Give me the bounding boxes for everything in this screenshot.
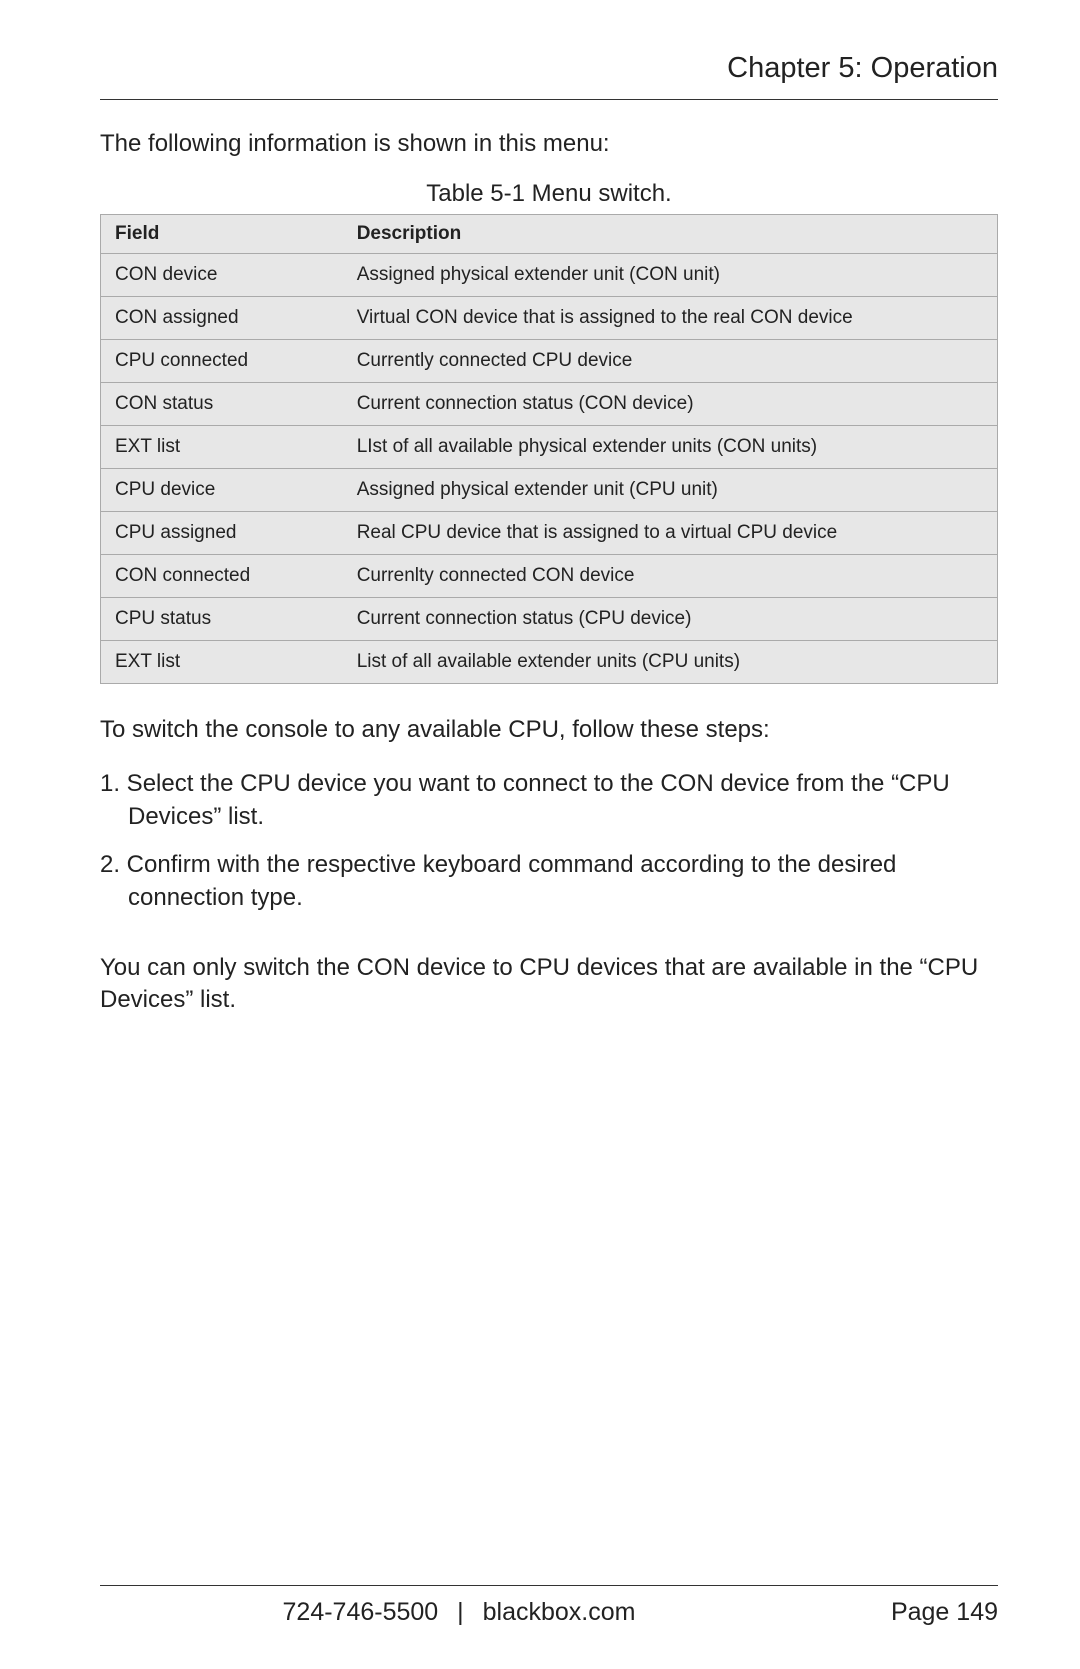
body-text-steps-intro: To switch the console to any available C… (100, 714, 998, 746)
footer-page-number: Page 149 (818, 1598, 998, 1627)
table-cell-field: CPU assigned (101, 512, 343, 555)
body-text-note: You can only switch the CON device to CP… (100, 952, 998, 1017)
table-cell-field: CPU connected (101, 340, 343, 383)
footer-phone: 724-746-5500 (283, 1598, 439, 1626)
table-cell-field: CON connected (101, 555, 343, 598)
footer-separator: | (457, 1598, 464, 1626)
table-row: CON statusCurrent connection status (CON… (101, 383, 998, 426)
table-cell-field: CON status (101, 383, 343, 426)
table-cell-description: Currently connected CPU device (343, 340, 998, 383)
table-cell-field: CPU device (101, 469, 343, 512)
table-cell-description: Current connection status (CPU device) (343, 598, 998, 641)
step-item: 1. Select the CPU device you want to con… (100, 768, 998, 833)
table-caption: Table 5-1 Menu switch. (100, 180, 998, 208)
table-cell-field: CON assigned (101, 297, 343, 340)
table-cell-field: CON device (101, 254, 343, 297)
table-header-description: Description (343, 215, 998, 254)
page-footer: 724-746-5500 | blackbox.com Page 149 (100, 1585, 998, 1627)
table-row: CPU assignedReal CPU device that is assi… (101, 512, 998, 555)
step-item: 2. Confirm with the respective keyboard … (100, 849, 998, 914)
table-row: CPU deviceAssigned physical extender uni… (101, 469, 998, 512)
table-row: CON assignedVirtual CON device that is a… (101, 297, 998, 340)
table-cell-description: Real CPU device that is assigned to a vi… (343, 512, 998, 555)
table-cell-field: EXT list (101, 641, 343, 684)
table-cell-description: Currenlty connected CON device (343, 555, 998, 598)
table-row: EXT listLIst of all available physical e… (101, 426, 998, 469)
table-header-field: Field (101, 215, 343, 254)
table-cell-field: EXT list (101, 426, 343, 469)
table-row: CON deviceAssigned physical extender uni… (101, 254, 998, 297)
table-cell-description: List of all available extender units (CP… (343, 641, 998, 684)
intro-text: The following information is shown in th… (100, 130, 998, 158)
footer-contact: 724-746-5500 | blackbox.com (100, 1598, 818, 1627)
table-cell-description: Current connection status (CON device) (343, 383, 998, 426)
table-row: EXT listList of all available extender u… (101, 641, 998, 684)
table-cell-description: Assigned physical extender unit (CPU uni… (343, 469, 998, 512)
table-cell-field: CPU status (101, 598, 343, 641)
chapter-header: Chapter 5: Operation (100, 52, 998, 100)
table-row: CON connectedCurrenlty connected CON dev… (101, 555, 998, 598)
table-row: CPU connectedCurrently connected CPU dev… (101, 340, 998, 383)
footer-site: blackbox.com (483, 1598, 636, 1626)
table-cell-description: LIst of all available physical extender … (343, 426, 998, 469)
table-row: CPU statusCurrent connection status (CPU… (101, 598, 998, 641)
steps-list: 1. Select the CPU device you want to con… (100, 768, 998, 930)
table-cell-description: Virtual CON device that is assigned to t… (343, 297, 998, 340)
table-cell-description: Assigned physical extender unit (CON uni… (343, 254, 998, 297)
menu-switch-table: Field Description CON deviceAssigned phy… (100, 214, 998, 684)
